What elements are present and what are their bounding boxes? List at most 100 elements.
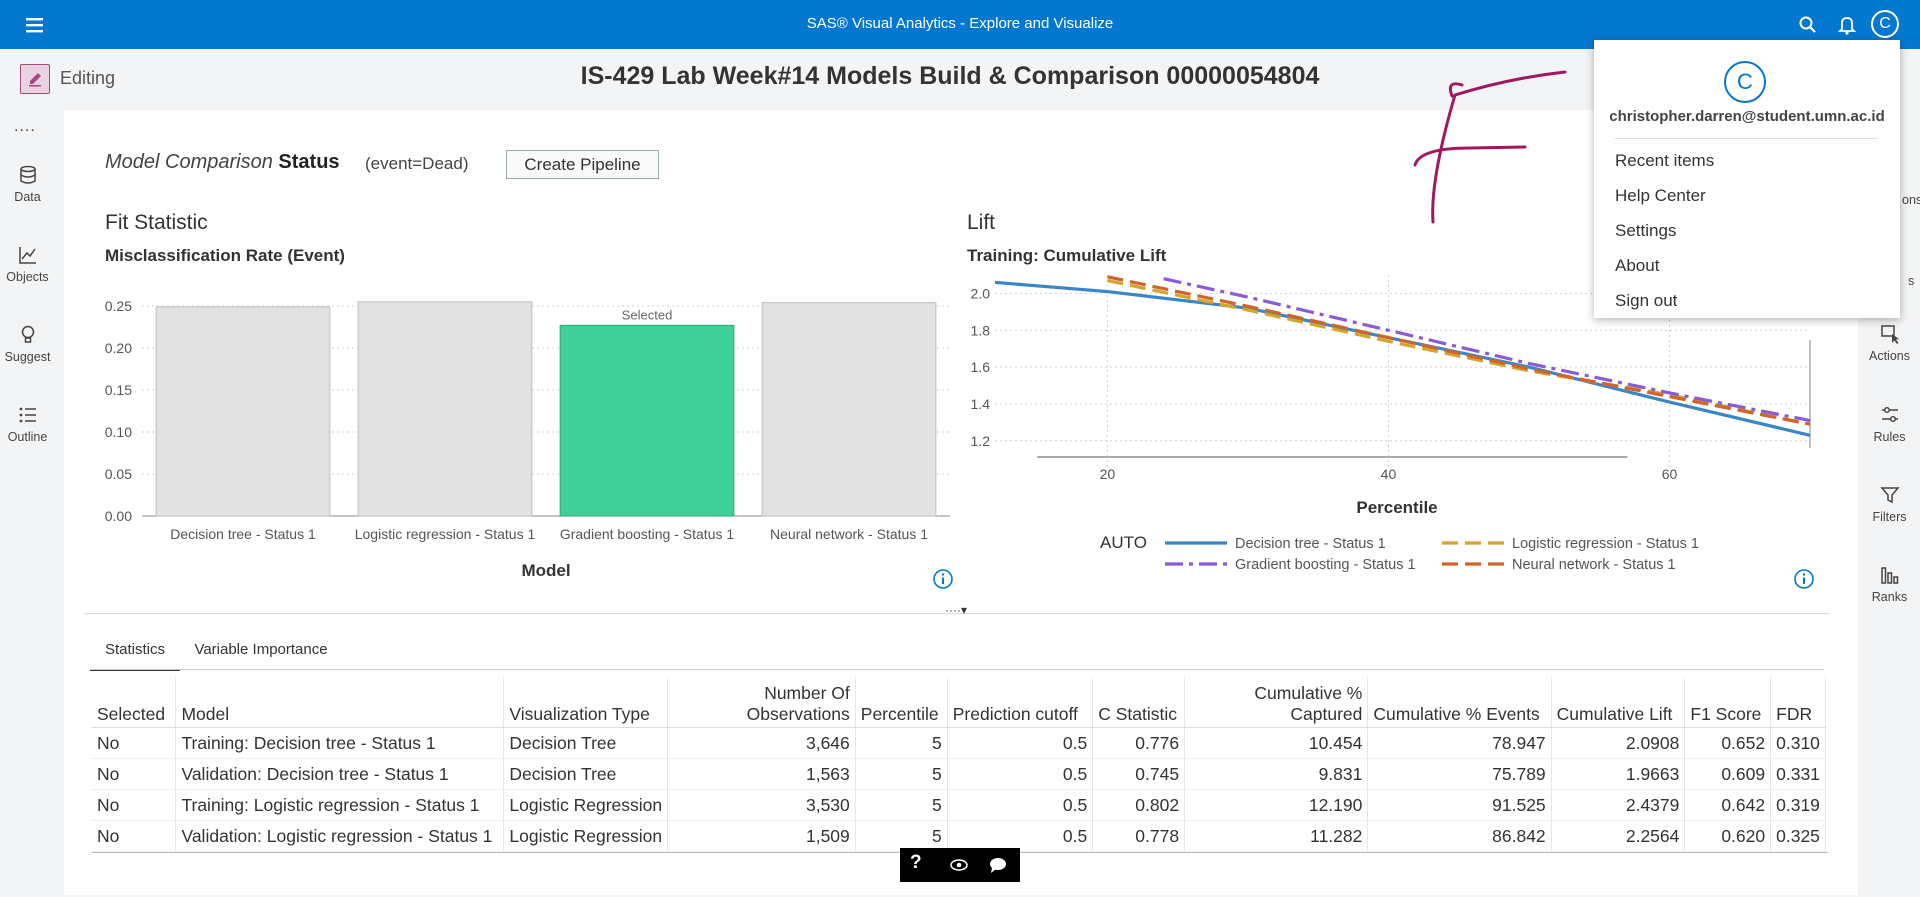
rail-item-outline[interactable]: Outline — [0, 404, 55, 444]
menu-item-recent-items[interactable]: Recent items — [1615, 151, 1714, 171]
cell-fdr: 0.331 — [1770, 758, 1826, 790]
rail-item-data[interactable]: Data — [0, 164, 55, 204]
cell-c-statistic: 0.802 — [1092, 789, 1186, 821]
cell-prediction-cutoff: 0.5 — [947, 820, 1094, 852]
notifications-bell-icon[interactable] — [1836, 14, 1858, 36]
y-tick-label: 0.10 — [105, 424, 132, 440]
cell-model: Validation: Decision tree - Status 1 — [175, 758, 505, 790]
rail-item-rules[interactable]: Rules — [1862, 404, 1917, 444]
legend-label: Logistic regression - Status 1 — [1512, 536, 1699, 552]
lift-info-icon[interactable] — [1793, 568, 1815, 595]
chart-icon — [18, 247, 36, 264]
cell-observations: 3,646 — [667, 727, 856, 759]
edit-mode-button[interactable] — [20, 64, 50, 94]
cell-cum-events: 75.789 — [1367, 758, 1552, 790]
create-pipeline-button[interactable]: Create Pipeline — [506, 150, 659, 179]
left-rail-more-icon[interactable]: .... — [14, 118, 36, 136]
cell-visualization-type: Logistic Regression — [503, 789, 669, 821]
rail-label: Outline — [7, 430, 48, 444]
fit-info-icon[interactable] — [932, 568, 954, 595]
rail-item-objects[interactable]: Objects — [0, 244, 55, 284]
cell-f1: 0.609 — [1684, 758, 1772, 790]
eye-icon[interactable] — [948, 856, 970, 879]
legend-label: Gradient boosting - Status 1 — [1235, 557, 1416, 573]
column-header[interactable]: Cumulative % Captured — [1184, 677, 1369, 728]
user-email: christopher.darren@student.umn.ac.id — [1609, 108, 1885, 125]
table-row[interactable]: No Training: Decision tree - Status 1 De… — [92, 727, 1826, 759]
right-rail-partial-label: s — [1908, 274, 1915, 288]
column-header[interactable]: Selected — [92, 677, 177, 728]
cell-cum-events: 91.525 — [1367, 789, 1552, 821]
rail-label: Filters — [1872, 510, 1907, 524]
pencil-icon — [29, 73, 41, 87]
column-header[interactable]: Model — [175, 677, 505, 728]
column-header[interactable]: Cumulative % Events — [1367, 677, 1552, 728]
bar — [155, 306, 331, 517]
y-tick-label: 1.8 — [971, 322, 991, 338]
cell-model: Training: Logistic regression - Status 1 — [175, 789, 505, 821]
cell-c-statistic: 0.776 — [1092, 727, 1186, 759]
cell-percentile: 5 — [855, 727, 948, 759]
actions-icon — [1880, 325, 1899, 344]
rail-label: Actions — [1869, 349, 1910, 363]
editing-label: Editing — [60, 68, 116, 88]
event-label: (event=Dead) — [365, 154, 469, 173]
column-header[interactable]: Number Of Observations — [667, 677, 856, 728]
y-tick-label: 1.4 — [971, 396, 991, 412]
x-tick-label: Logistic regression - Status 1 — [355, 526, 536, 542]
table-row[interactable]: No Validation: Logistic regression - Sta… — [92, 820, 1826, 852]
rail-item-ranks[interactable]: Ranks — [1862, 564, 1917, 604]
cell-visualization-type: Decision Tree — [503, 758, 669, 790]
splitter-handle-icon[interactable]: ····▾ — [945, 603, 967, 617]
cell-prediction-cutoff: 0.5 — [947, 727, 1094, 759]
rail-item-filters[interactable]: Filters — [1862, 484, 1917, 524]
table-header-row: Selected Model Visualization Type Number… — [92, 677, 1826, 728]
fit-statistic-title: Fit Statistic — [105, 211, 208, 234]
column-header[interactable]: Cumulative Lift — [1551, 677, 1686, 728]
column-header[interactable]: FDR — [1770, 677, 1826, 728]
cell-observations: 1,509 — [667, 820, 856, 852]
menu-item-about[interactable]: About — [1615, 256, 1659, 276]
table-row[interactable]: No Training: Logistic regression - Statu… — [92, 789, 1826, 821]
cell-prediction-cutoff: 0.5 — [947, 789, 1094, 821]
tab-variable-importance[interactable]: Variable Importance — [186, 641, 336, 658]
x-tick-label: 40 — [1381, 466, 1397, 482]
tab-statistics[interactable]: Statistics — [90, 641, 180, 671]
column-header[interactable]: C Statistic — [1092, 677, 1186, 728]
lift-subtitle: Training: Cumulative Lift — [967, 246, 1167, 265]
rules-icon — [1881, 406, 1898, 423]
menu-divider — [1615, 138, 1877, 139]
chat-icon[interactable] — [987, 856, 1009, 879]
column-header[interactable]: Percentile — [855, 677, 948, 728]
column-header[interactable]: Visualization Type — [503, 677, 669, 728]
legend-label: Neural network - Status 1 — [1512, 557, 1676, 573]
rail-item-suggest[interactable]: Suggest — [0, 324, 55, 364]
user-avatar-large: C — [1724, 61, 1766, 103]
misclassification-bar-chart: 0.00 0.05 0.10 0.15 0.20 0.25 Decision tree - … — [105, 298, 950, 580]
column-header[interactable]: Prediction cutoff — [947, 677, 1094, 728]
cell-percentile: 5 — [855, 789, 948, 821]
legend-label: Decision tree - Status 1 — [1235, 536, 1386, 552]
statistics-table: Selected Model Visualization Type Number… — [92, 677, 1826, 852]
y-tick-label: 0.25 — [105, 298, 132, 314]
rail-label: Data — [14, 190, 41, 204]
rail-label: Rules — [1873, 430, 1906, 444]
search-icon[interactable] — [1797, 14, 1819, 36]
help-button[interactable]: ? — [910, 852, 922, 874]
selected-bar-label: Selected — [622, 307, 673, 322]
column-header[interactable]: F1 Score — [1684, 677, 1772, 728]
x-tick-label: 60 — [1662, 466, 1678, 482]
x-tick-label: 20 — [1100, 466, 1116, 482]
cell-selected: No — [92, 820, 177, 852]
rail-item-actions[interactable]: Actions — [1862, 323, 1917, 363]
menu-item-sign-out[interactable]: Sign out — [1615, 291, 1677, 311]
cell-cum-captured: 9.831 — [1184, 758, 1369, 790]
y-tick-label: 0.00 — [105, 508, 132, 524]
menu-item-help-center[interactable]: Help Center — [1615, 186, 1706, 206]
cell-cum-events: 86.842 — [1367, 820, 1552, 852]
user-avatar-button[interactable]: C — [1871, 10, 1899, 38]
cell-prediction-cutoff: 0.5 — [947, 758, 1094, 790]
menu-item-settings[interactable]: Settings — [1615, 221, 1676, 241]
table-row[interactable]: No Validation: Decision tree - Status 1 … — [92, 758, 1826, 790]
cell-model: Training: Decision tree - Status 1 — [175, 727, 505, 759]
